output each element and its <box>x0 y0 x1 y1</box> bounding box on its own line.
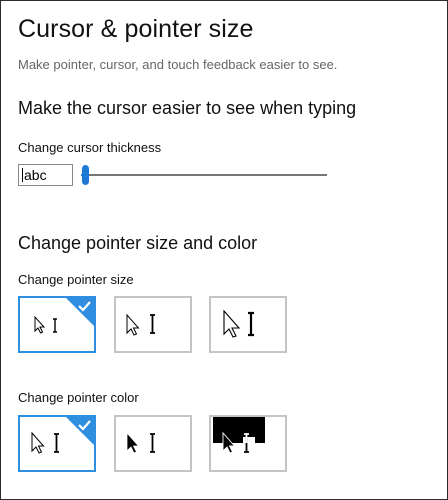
text-caret <box>22 168 23 182</box>
checkmark-icon <box>66 298 94 326</box>
pointer-section-title: Change pointer size and color <box>18 233 258 253</box>
pointer-color-option-inverted[interactable] <box>209 415 287 472</box>
pointer-color-label: Change pointer color <box>18 390 139 405</box>
pointer-color-option-black[interactable] <box>114 415 192 472</box>
pointer-size-option-small[interactable] <box>18 296 96 353</box>
slider-track[interactable] <box>81 174 327 176</box>
page-subtitle: Make pointer, cursor, and touch feedback… <box>18 57 338 72</box>
cursor-preview-box: abc <box>18 164 73 186</box>
pointer-size-option-medium[interactable] <box>114 296 192 353</box>
cursor-section-title: Make the cursor easier to see when typin… <box>18 98 357 118</box>
page-title: Cursor & pointer size <box>18 15 254 43</box>
settings-window: Cursor & pointer size Make pointer, curs… <box>0 0 448 500</box>
black-pointer-icon <box>126 431 155 454</box>
cursor-thickness-slider[interactable] <box>81 164 327 186</box>
cursor-thickness-label: Change cursor thickness <box>18 140 162 155</box>
pointer-color-option-white[interactable] <box>18 415 96 472</box>
inverted-pointer-icon <box>213 417 265 454</box>
checkmark-icon <box>66 417 94 445</box>
large-pointer-icon <box>223 309 254 338</box>
medium-pointer-icon <box>126 313 155 336</box>
pointer-size-label: Change pointer size <box>18 272 134 287</box>
slider-thumb[interactable] <box>82 165 89 185</box>
cursor-preview-text: abc <box>24 167 47 183</box>
pointer-size-option-large[interactable] <box>209 296 287 353</box>
